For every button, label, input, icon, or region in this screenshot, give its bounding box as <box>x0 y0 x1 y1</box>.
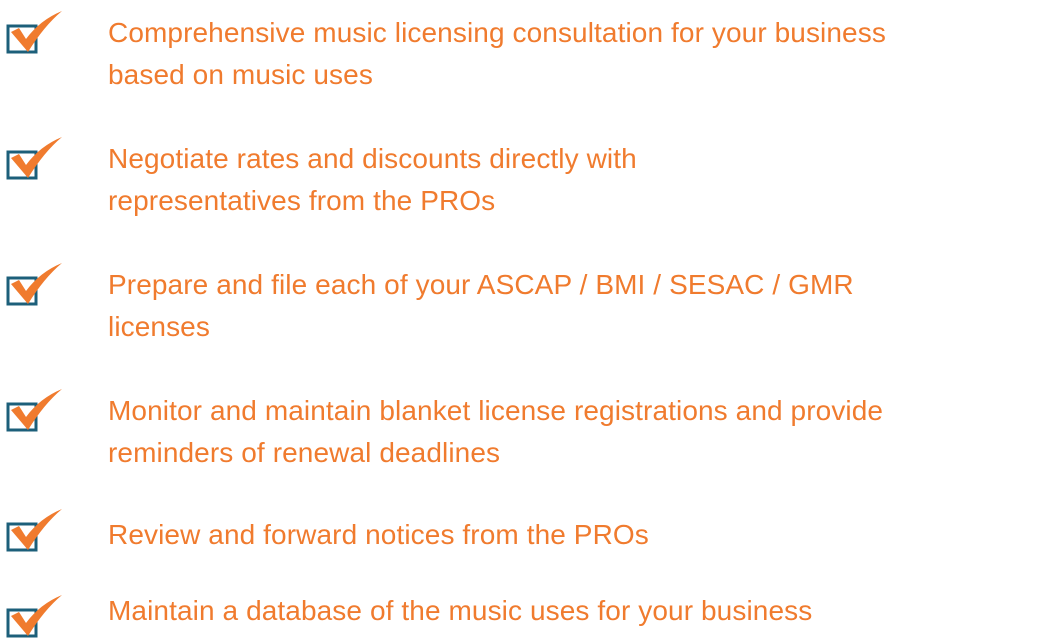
checklist-item-text: Review and forward notices from the PROs <box>108 514 1052 556</box>
checklist-item-line: Comprehensive music licensing consultati… <box>108 17 886 48</box>
checklist-item-text: Prepare and file each of your ASCAP / BM… <box>108 264 1052 348</box>
checklist-item-line: Negotiate rates and discounts directly w… <box>108 143 637 174</box>
checklist-item-line: Monitor and maintain blanket license reg… <box>108 395 884 426</box>
checklist-item-text: Maintain a database of the music uses fo… <box>108 590 1052 632</box>
checkbox-checked-icon <box>6 508 66 554</box>
checklist-item-line: based on music uses <box>108 59 373 90</box>
checklist-item-text: Monitor and maintain blanket license reg… <box>108 390 1052 474</box>
checklist-item-line: licenses <box>108 311 210 342</box>
checkbox-checked-icon <box>6 388 66 434</box>
checklist-item-line: Maintain a database of the music uses fo… <box>108 595 813 626</box>
checkbox-checked-icon <box>6 136 66 182</box>
checkbox-checked-icon <box>6 262 66 308</box>
checklist-item-line: Prepare and file each of your ASCAP / BM… <box>108 269 854 300</box>
checklist-item-line: Review and forward notices from the PROs <box>108 519 649 550</box>
checklist-item-text: Comprehensive music licensing consultati… <box>108 12 1052 96</box>
checklist-item-text: Negotiate rates and discounts directly w… <box>108 138 1052 222</box>
checkbox-checked-icon <box>6 594 66 640</box>
services-checklist: Comprehensive music licensing consultati… <box>0 0 1052 638</box>
checkbox-checked-icon <box>6 10 66 56</box>
checklist-item-line: representatives from the PROs <box>108 185 496 216</box>
checklist-item-line: reminders of renewal deadlines <box>108 437 501 468</box>
